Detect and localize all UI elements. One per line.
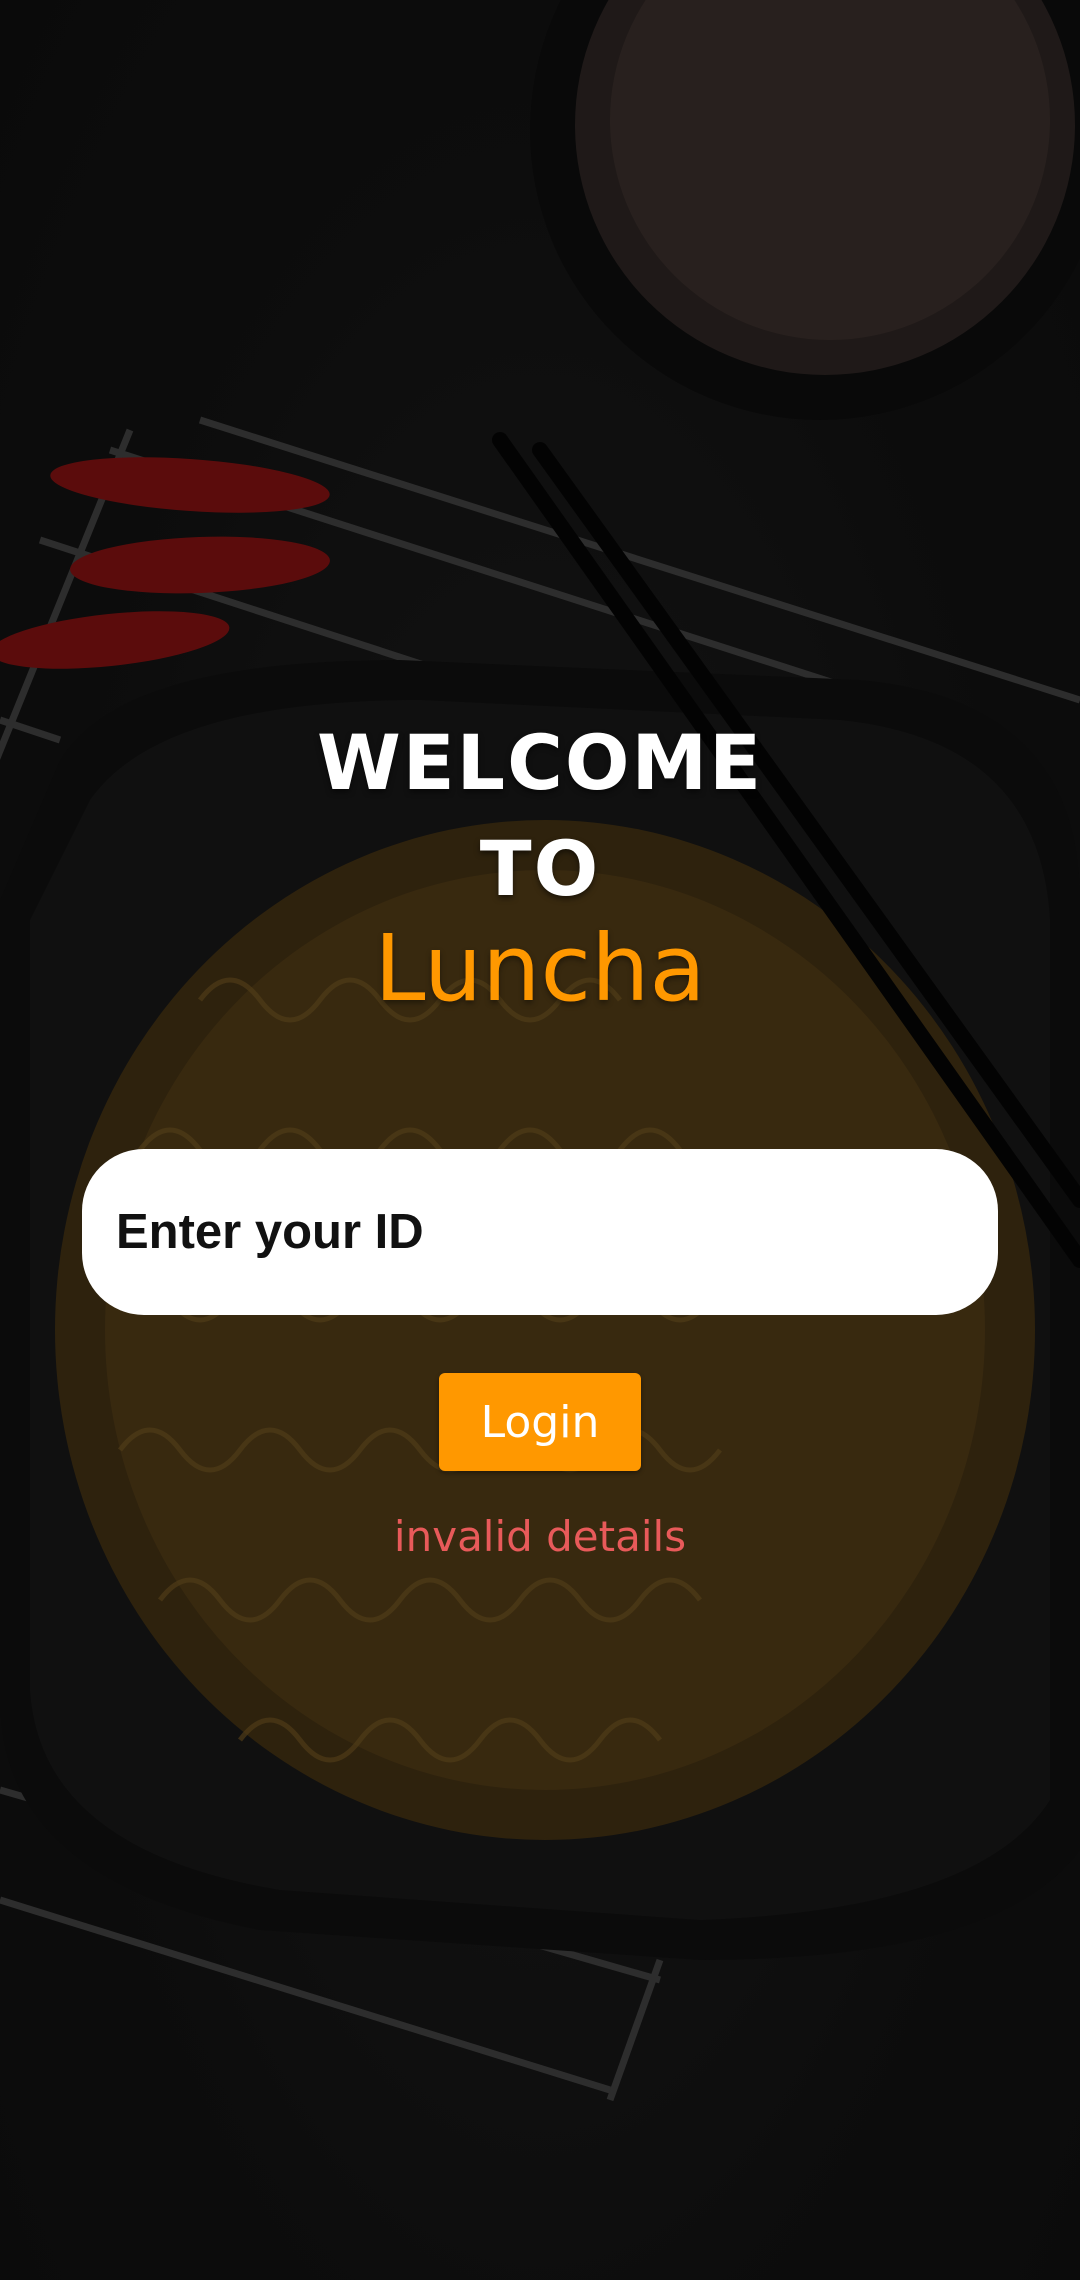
brand-name: Luncha	[374, 915, 706, 1022]
id-input[interactable]: Enter your ID	[82, 1149, 998, 1315]
welcome-to-heading: TO	[479, 824, 601, 913]
login-screen: WELCOME TO Luncha Enter your ID Login in…	[0, 0, 1080, 2280]
error-message: invalid details	[393, 1512, 687, 1561]
welcome-heading: WELCOME	[316, 718, 764, 807]
login-button[interactable]: Login	[439, 1373, 641, 1471]
id-input-placeholder: Enter your ID	[116, 1205, 424, 1259]
background-food-image	[0, 0, 1080, 2280]
